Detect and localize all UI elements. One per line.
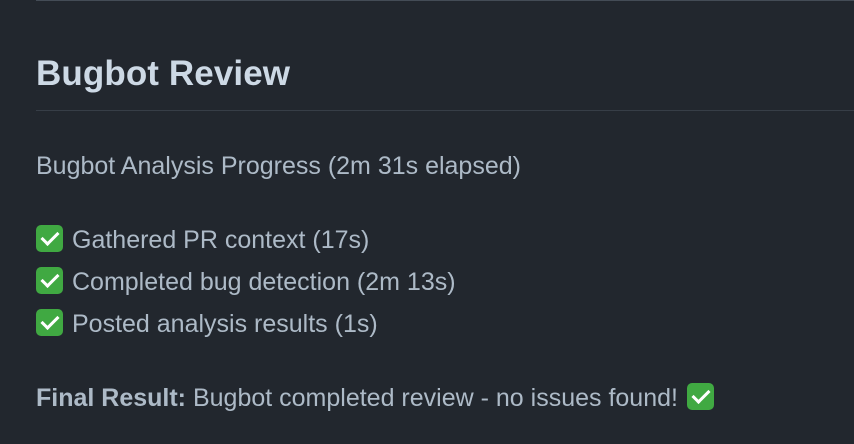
step-label: Completed bug detection (2m 13s) — [72, 268, 456, 296]
final-result-label: Final Result: — [36, 384, 187, 412]
check-mark-button-icon — [36, 309, 63, 336]
check-mark-button-icon — [36, 225, 63, 252]
final-result: Final Result: Bugbot completed review - … — [36, 382, 714, 414]
top-divider — [36, 0, 854, 1]
progress-status: Bugbot Analysis Progress (2m 31s elapsed… — [36, 152, 521, 180]
heading-divider — [36, 110, 854, 111]
check-mark-button-icon — [686, 383, 714, 410]
section-heading: Bugbot Review — [36, 54, 291, 93]
step-item: Completed bug detection (2m 13s) — [36, 266, 456, 298]
step-label: Posted analysis results (1s) — [72, 310, 378, 338]
check-mark-button-icon — [36, 267, 63, 294]
step-item: Posted analysis results (1s) — [36, 308, 378, 340]
final-result-text: Bugbot completed review - no issues foun… — [186, 384, 678, 412]
step-item: Gathered PR context (17s) — [36, 224, 369, 256]
step-label: Gathered PR context (17s) — [72, 226, 370, 254]
